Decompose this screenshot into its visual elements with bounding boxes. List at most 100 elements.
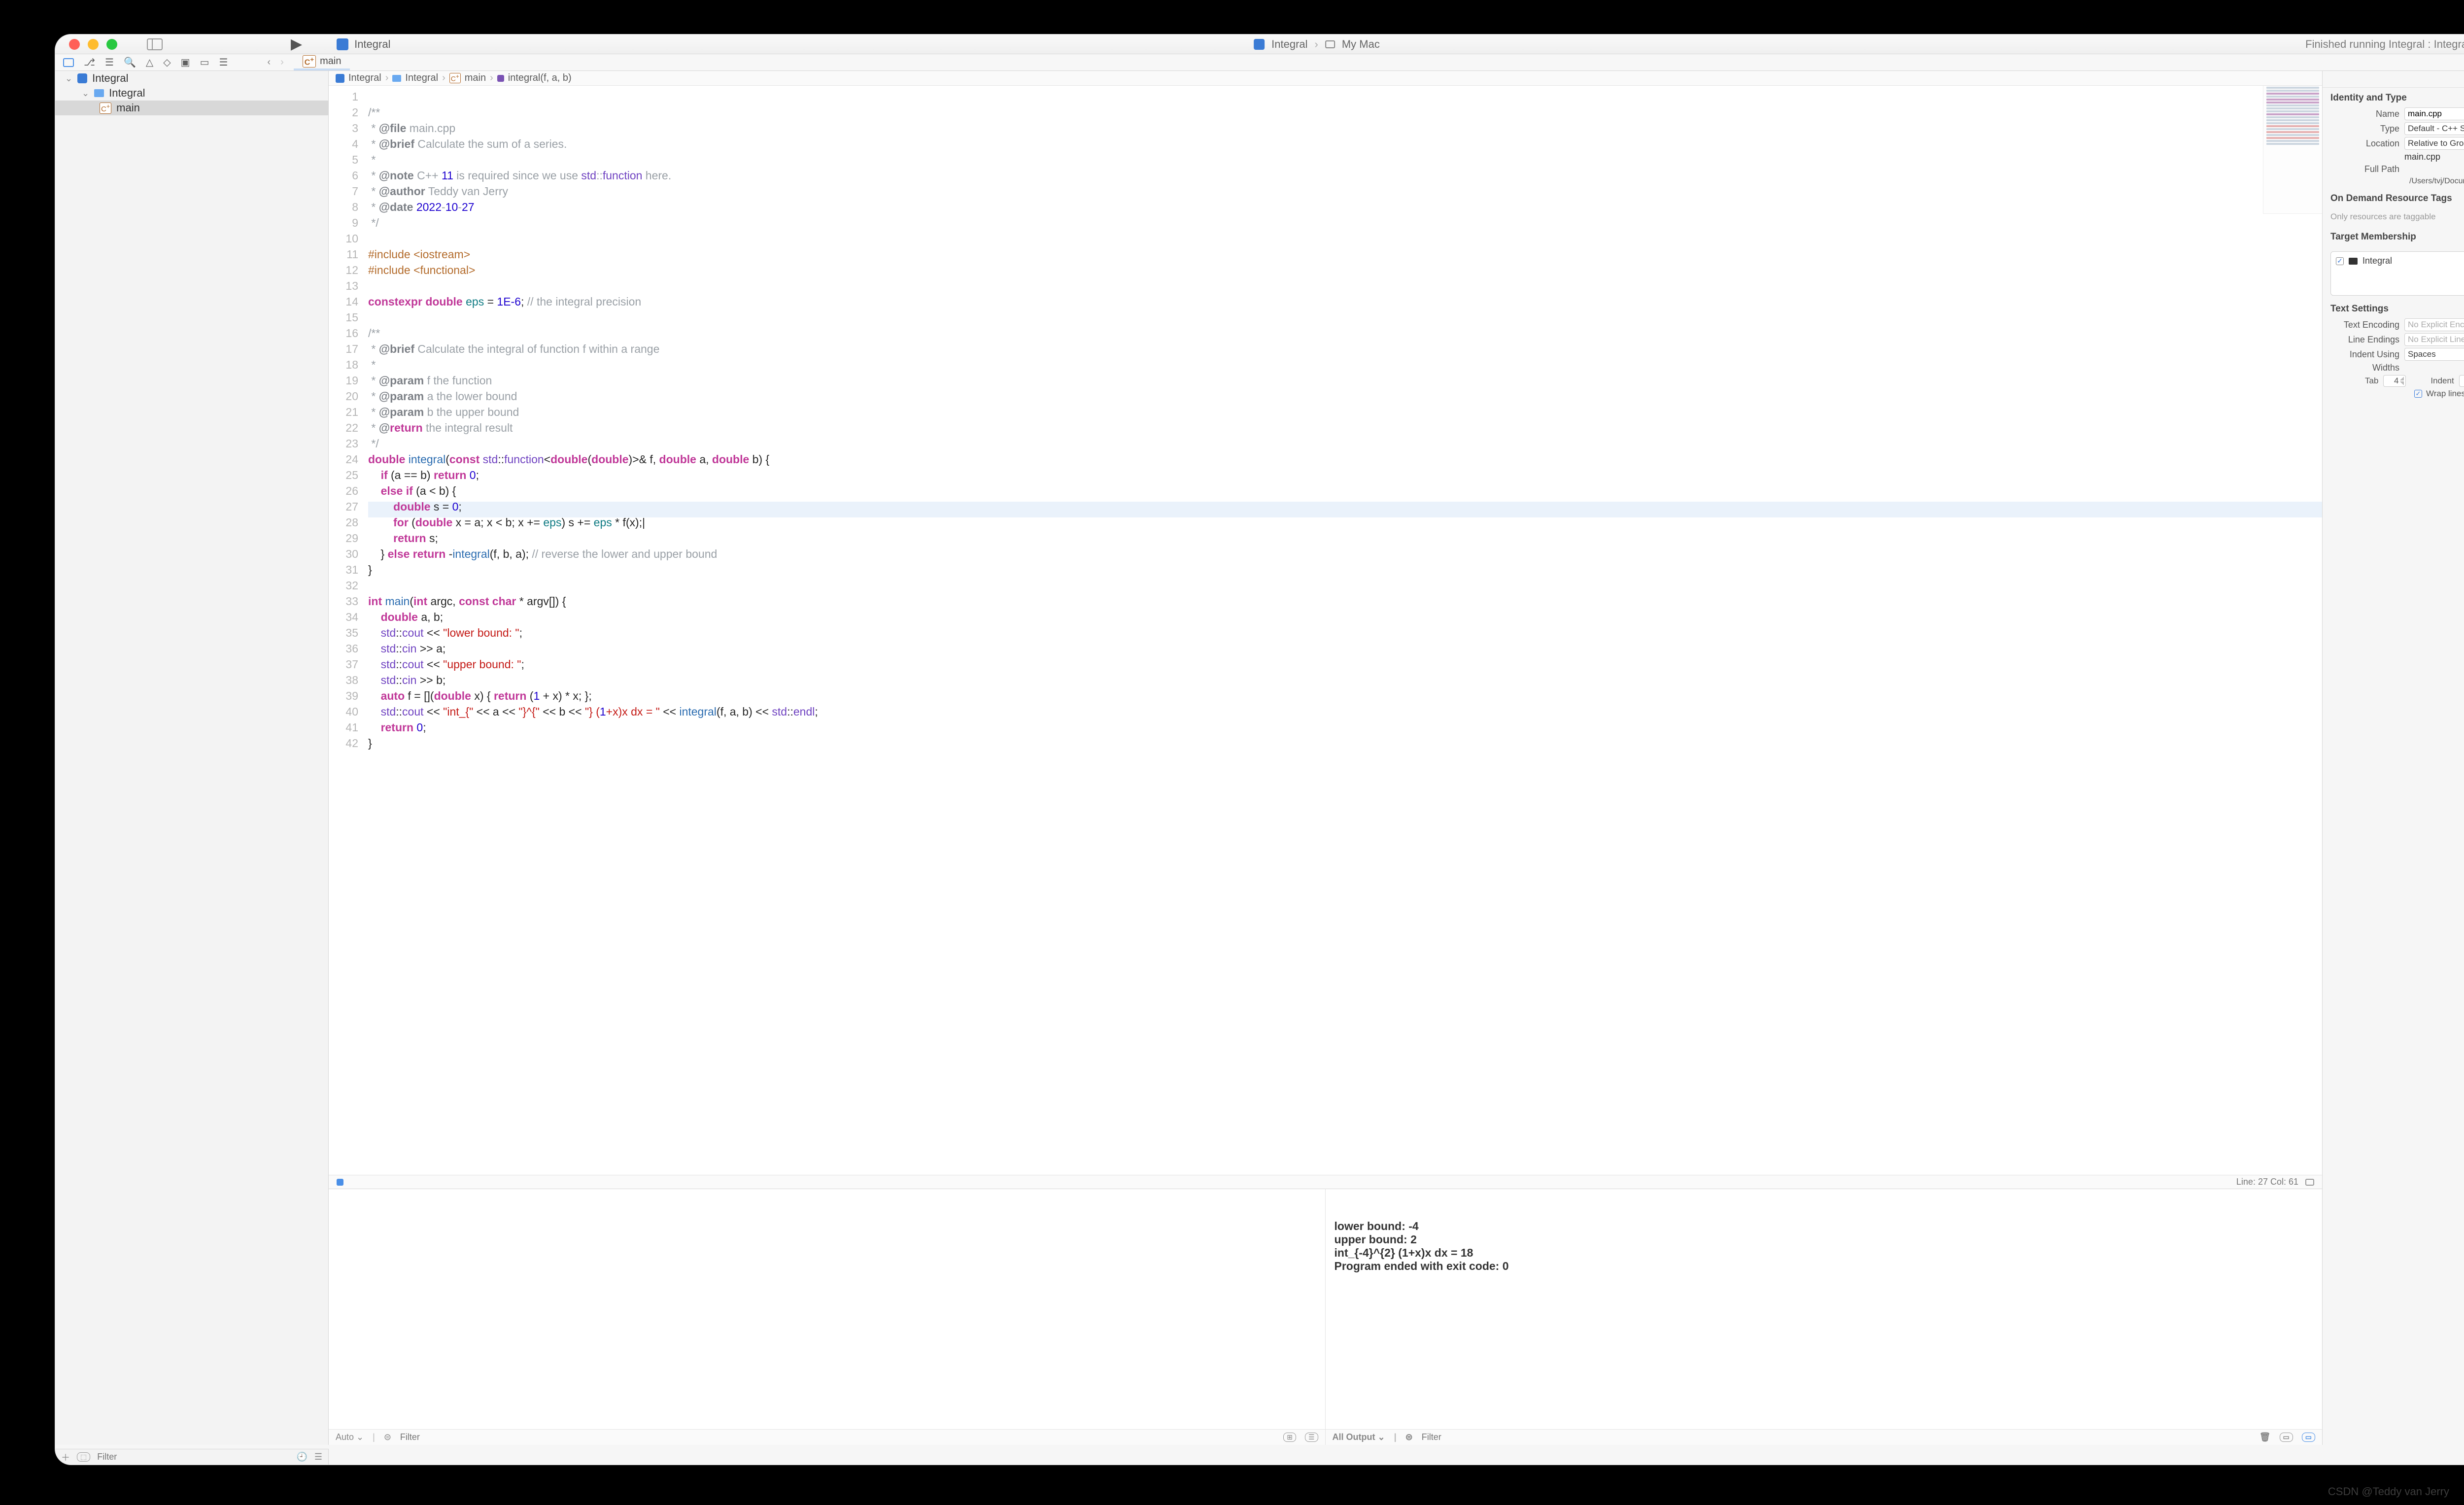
nav-forward-icon[interactable]: › — [280, 57, 284, 68]
trash-icon[interactable]: 🗑 — [2259, 1432, 2271, 1442]
reports-icon[interactable]: ☰ — [219, 56, 228, 68]
console-output: lower bound: -4 upper bound: 2 int_{-4}^… — [1335, 1220, 2314, 1273]
filter-scope-icon[interactable]: ⬚ — [77, 1452, 90, 1462]
line-endings-label: Line Endings — [2330, 335, 2404, 345]
project-navigator-icon[interactable] — [63, 58, 74, 67]
navigator-file-item[interactable]: C+ main — [55, 101, 328, 115]
recent-filter-icon[interactable]: 🕘 — [296, 1452, 307, 1462]
inspector-tabs: 📄 🕘 ❔ — [2323, 71, 2464, 88]
run-button-icon[interactable]: ▶ — [291, 35, 302, 53]
name-field[interactable] — [2404, 107, 2464, 120]
cpp-file-icon: C+ — [449, 73, 461, 83]
nav-back-icon[interactable]: ‹ — [267, 57, 271, 68]
code-area[interactable]: /** * @file main.cpp * @brief Calculate … — [363, 86, 2322, 1175]
editor-tab[interactable]: C+ main — [294, 54, 350, 70]
encoding-select[interactable]: No Explicit Encoding⌄ — [2404, 318, 2464, 331]
navigator-project-item[interactable]: ⌄ Integral — [55, 71, 328, 86]
navigator-folder-item[interactable]: ⌄ Integral — [55, 86, 328, 101]
inspector-panel: 📄 🕘 ❔ Identity and Type Name Type Defaul… — [2322, 71, 2464, 1445]
variables-scope[interactable]: Auto ⌄ — [336, 1432, 364, 1442]
folder-icon — [94, 89, 104, 97]
tests-icon[interactable]: ◇ — [163, 56, 171, 68]
type-label: Type — [2330, 124, 2404, 134]
cpp-file-icon: C+ — [100, 103, 111, 114]
debug-area: Auto ⌄ | ⊜ ⊞ ☰ lower bound: -4 upper bou… — [329, 1189, 2322, 1445]
navigator-item-label: Integral — [109, 87, 145, 100]
scheme-destination[interactable]: Integral › My Mac — [1254, 38, 1380, 51]
filter-icon: ⊜ — [384, 1432, 391, 1442]
app-icon — [337, 38, 348, 50]
fullpath-value: /Users/tvj/Documents/Code/C++/Interestin… — [2330, 176, 2464, 186]
console-view-option[interactable]: ▭ — [2280, 1433, 2293, 1442]
minimize-window-icon[interactable] — [88, 39, 99, 50]
watermark: CSDN @Teddy van Jerry — [2328, 1485, 2449, 1498]
navigator-item-label: Integral — [92, 72, 128, 85]
variables-view[interactable]: Auto ⌄ | ⊜ ⊞ ☰ — [329, 1189, 1326, 1445]
checkbox-icon[interactable]: ✓ — [2336, 257, 2344, 265]
navigator-toolbar: ⎇ ☰ 🔍 △ ◇ ▣ ▭ ☰ ‹ › C+ main ⇄ ☰ ▭ — [55, 54, 2464, 71]
jumpbar-segment[interactable]: integral(f, a, b) — [508, 72, 572, 84]
location-label: Location — [2330, 138, 2404, 149]
toggle-navigator-icon[interactable] — [147, 38, 163, 50]
line-gutter: 1234567891011121314151617181920212223242… — [329, 86, 363, 1175]
titlebar: ▶ Integral Integral › My Mac Finished ru… — [55, 34, 2464, 54]
project-title-label: Integral — [354, 38, 390, 51]
issues-icon[interactable]: △ — [146, 56, 153, 68]
type-select[interactable]: Default - C++ Source⌄ — [2404, 122, 2464, 135]
jumpbar-segment[interactable]: main — [465, 72, 486, 84]
variables-view-option[interactable]: ⊞ — [1283, 1433, 1296, 1442]
add-icon[interactable]: ＋ — [61, 1451, 70, 1464]
filter-icon: ⊜ — [1405, 1432, 1413, 1442]
method-icon — [497, 75, 504, 82]
indent-width-label: Indent — [2430, 376, 2454, 386]
tab-width-stepper[interactable]: 4 — [2383, 375, 2406, 387]
code-editor[interactable]: 1234567891011121314151617181920212223242… — [329, 86, 2322, 1175]
close-window-icon[interactable] — [69, 39, 80, 50]
project-title: Integral — [337, 38, 390, 51]
destination-label: My Mac — [1342, 38, 1380, 51]
chevron-right-icon: › — [1315, 38, 1318, 51]
project-icon — [336, 74, 344, 83]
console-view-option[interactable]: ▭ — [2302, 1433, 2315, 1442]
jumpbar-segment[interactable]: Integral — [405, 72, 438, 84]
navigator-filter-input[interactable] — [97, 1452, 289, 1462]
identity-section-title: Identity and Type — [2330, 93, 2464, 103]
disclosure-icon[interactable]: ⌄ — [65, 73, 72, 84]
tab-width-label: Tab — [2365, 376, 2378, 386]
scheme-icon — [1254, 39, 1265, 50]
location-file: main.cpp — [2404, 152, 2464, 162]
wrap-lines-checkbox[interactable]: ✓ — [2414, 390, 2422, 398]
variables-filter-input[interactable] — [400, 1432, 499, 1442]
editor-options-icon[interactable] — [2305, 1179, 2314, 1186]
variables-view-option[interactable]: ☰ — [1305, 1433, 1318, 1442]
find-icon[interactable]: 🔍 — [124, 56, 136, 68]
console-filter-input[interactable] — [1422, 1432, 1520, 1442]
disclosure-icon[interactable]: ⌄ — [82, 88, 89, 99]
name-label: Name — [2330, 109, 2404, 119]
jump-bar[interactable]: Integral › Integral › C+ main › integral… — [329, 71, 2322, 86]
fullpath-label: Full Path — [2330, 164, 2404, 174]
target-membership-box: ✓ Integral — [2330, 251, 2464, 296]
zoom-window-icon[interactable] — [106, 39, 117, 50]
indent-using-label: Indent Using — [2330, 349, 2404, 360]
target-membership-item[interactable]: ✓ Integral — [2336, 256, 2464, 266]
wrap-lines-label: Wrap lines — [2426, 389, 2464, 399]
indent-using-select[interactable]: Spaces⌄ — [2404, 348, 2464, 361]
chevron-right-icon: › — [490, 72, 493, 84]
cpp-file-icon: C+ — [303, 55, 316, 68]
location-select[interactable]: Relative to Group⌄ — [2404, 137, 2464, 150]
symbols-icon[interactable]: ☰ — [105, 56, 114, 68]
breakpoints-icon[interactable]: ▭ — [200, 56, 209, 68]
navigator-item-label: main — [116, 102, 140, 114]
console-scope[interactable]: All Output ⌄ — [1333, 1432, 1385, 1442]
source-control-icon[interactable]: ⎇ — [84, 56, 95, 68]
console-view[interactable]: lower bound: -4 upper bound: 2 int_{-4}^… — [1326, 1189, 2323, 1445]
scm-filter-icon[interactable]: ☰ — [314, 1452, 322, 1462]
jumpbar-segment[interactable]: Integral — [348, 72, 381, 84]
indent-width-stepper[interactable]: 4 — [2459, 375, 2464, 387]
breakpoint-toggle-icon[interactable] — [337, 1179, 343, 1186]
line-endings-select[interactable]: No Explicit Line Endings⌄ — [2404, 333, 2464, 346]
debug-icon[interactable]: ▣ — [181, 56, 190, 68]
mac-icon — [1325, 40, 1335, 48]
variables-footer: Auto ⌄ | ⊜ ⊞ ☰ — [329, 1429, 1325, 1445]
